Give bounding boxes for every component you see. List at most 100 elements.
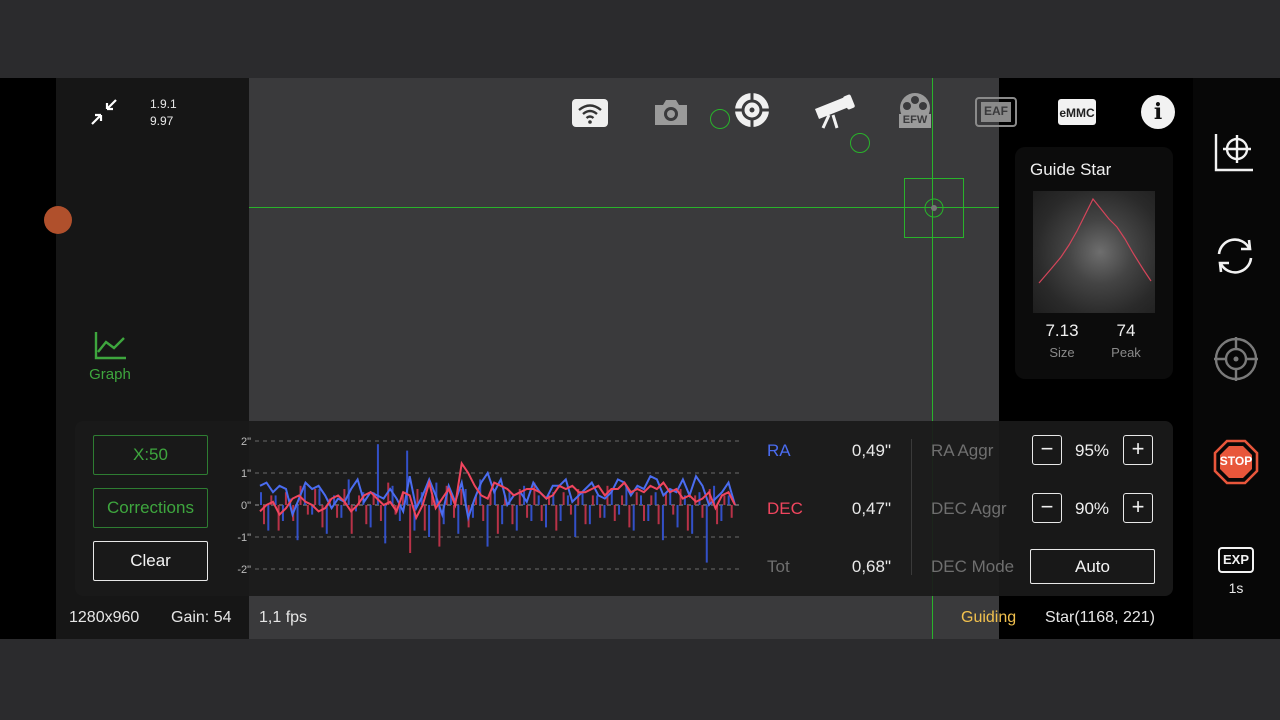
corrections-button[interactable]: Corrections [93, 488, 208, 528]
ra-correction-bar [720, 505, 723, 521]
efw-label: EFW [902, 114, 928, 126]
crosshair-horizontal [249, 207, 999, 208]
graph-button[interactable]: Graph [82, 330, 138, 383]
dec-correction-bar [460, 489, 463, 505]
dec-correction-bar [453, 505, 455, 518]
ra-correction-bar [654, 492, 657, 505]
dec-aggr-plus-button[interactable]: + [1123, 493, 1153, 523]
ra-aggr-minus-button[interactable]: − [1032, 435, 1062, 465]
guiding-status: Guiding [961, 609, 1017, 626]
dec-value: 0,47" [851, 499, 891, 518]
ra-correction-bar [618, 505, 621, 515]
guide-error-chart[interactable]: 2" 1" 0" -1" -2" [225, 431, 745, 581]
dec-correction-bar [657, 505, 660, 525]
y-tick-label: 1" [241, 468, 251, 480]
version-info: 1.9.1 9.97 [150, 96, 177, 130]
dec-correction-bar [379, 505, 382, 521]
target-icon[interactable] [1213, 336, 1259, 387]
dec-correction-bar [591, 495, 594, 505]
dec-correction-bar [643, 505, 645, 521]
ra-correction-bar [267, 505, 270, 531]
gain-text: Gain: 54 [171, 609, 232, 626]
star-position: Star(1168, 221) [1045, 609, 1155, 626]
guide-star-title: Guide Star [1030, 160, 1112, 179]
ra-correction-bar [325, 505, 328, 534]
ra-correction-bar [632, 505, 635, 531]
ra-correction-bar [574, 505, 577, 537]
guide-target-icon[interactable] [733, 91, 771, 134]
dec-correction-bar [635, 492, 638, 505]
star-peak-value: 74 [1116, 321, 1136, 340]
ra-correction-bar [501, 505, 504, 525]
y-tick-label: -1" [237, 532, 251, 544]
ra-correction-bar [588, 505, 591, 525]
dec-correction-bar [672, 505, 675, 515]
dec-correction-bar [628, 505, 631, 528]
camera-icon[interactable] [652, 97, 690, 132]
info-label: i [1153, 99, 1163, 125]
ra-correction-bar [530, 505, 533, 521]
tot-label: Tot [767, 557, 790, 576]
star-marker[interactable] [710, 109, 730, 129]
y-tick-label: 0" [241, 500, 251, 512]
dec-correction-bar [526, 505, 529, 518]
app-version: 1.9.1 [150, 97, 177, 111]
ra-correction-bar [559, 505, 562, 521]
clear-button[interactable]: Clear [93, 541, 208, 581]
status-indicator[interactable] [44, 206, 72, 234]
dec-correction-bar [277, 505, 280, 531]
ra-correction-bar [676, 505, 679, 528]
eaf-label: EAF [984, 104, 1008, 118]
ra-aggr-value: 95% [1074, 441, 1110, 460]
dec-correction-bar [496, 505, 499, 534]
ra-correction-bar [515, 505, 518, 531]
dec-correction-bar [482, 505, 485, 521]
wifi-icon[interactable] [571, 98, 609, 133]
crosshair-select-icon[interactable] [1213, 132, 1257, 179]
dec-aggr-label: DEC Aggr [931, 499, 1007, 518]
scale-button[interactable]: X:50 [93, 435, 208, 475]
ra-correction-bar [647, 505, 650, 521]
refresh-icon[interactable] [1213, 234, 1257, 283]
ra-correction-bar [318, 489, 321, 505]
telescope-icon[interactable] [811, 93, 855, 134]
guide-star-box[interactable] [904, 178, 964, 238]
info-icon[interactable]: i [1141, 95, 1175, 129]
emmc-label: eMMC [1059, 106, 1095, 120]
exposure-button[interactable]: EXP [1218, 547, 1254, 573]
eaf-icon[interactable]: EAF [975, 97, 1017, 132]
collapse-icon[interactable] [88, 96, 120, 128]
dec-correction-bar [409, 505, 412, 553]
divider [911, 439, 912, 575]
ra-correction-bar [698, 492, 701, 505]
dec-correction-bar [306, 505, 309, 515]
efw-icon[interactable]: EFW [893, 92, 937, 135]
guide-star-thumbnail [1033, 191, 1155, 313]
graph-icon [94, 332, 126, 360]
dec-correction-bar [599, 505, 602, 518]
dec-correction-bar [511, 505, 514, 525]
resolution-text: 1280x960 [69, 609, 140, 626]
guide-graph-panel: X:50 Corrections Clear 2" 1" 0" -1" -2" RA 0… [75, 421, 1173, 596]
y-tick-label: -2" [237, 564, 251, 576]
dec-correction-bar [365, 505, 368, 525]
ra-correction-bar [691, 505, 694, 534]
star-marker[interactable] [850, 133, 870, 153]
ra-correction-bar [661, 505, 664, 541]
dec-mode-select[interactable]: Auto [1030, 549, 1155, 584]
ra-label: RA [767, 441, 791, 460]
dec-correction-bar [730, 505, 733, 518]
ra-aggr-label: RA Aggr [931, 441, 994, 460]
dec-correction-bar [723, 495, 726, 505]
ra-aggr-plus-button[interactable]: + [1123, 435, 1153, 465]
ra-correction-bar [581, 492, 584, 505]
dec-correction-bar [613, 505, 616, 521]
emmc-icon[interactable]: eMMC [1058, 99, 1096, 130]
ra-correction-bar [384, 505, 387, 544]
asiair-app: 1.9.1 9.97 Graph EFW EAF eMMC i Guide St… [0, 78, 1280, 639]
ra-correction-bar [603, 505, 606, 518]
ra-correction-bar [428, 505, 431, 537]
ra-correction-bar [640, 495, 642, 505]
stop-button[interactable]: STOP [1213, 439, 1259, 485]
dec-aggr-minus-button[interactable]: − [1032, 493, 1062, 523]
